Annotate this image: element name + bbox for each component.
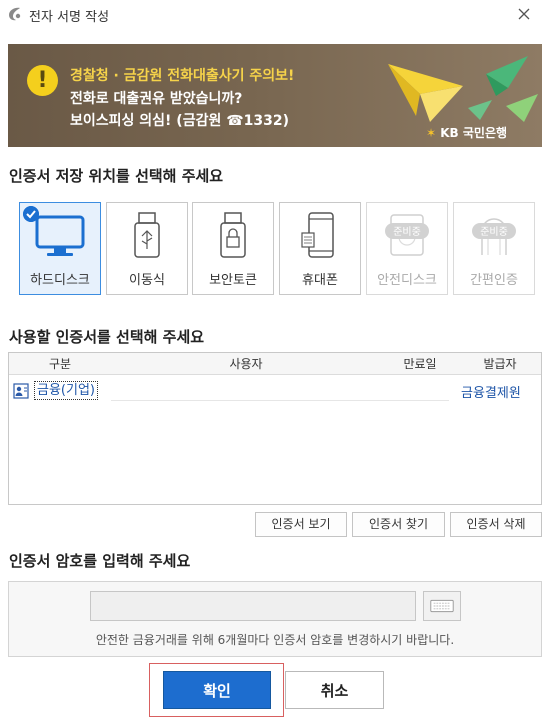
usb-icon (134, 212, 160, 258)
password-input[interactable] (90, 591, 416, 621)
safe-disk-badge: 준비중 (393, 226, 421, 238)
cancel-button[interactable]: 취소 (285, 671, 384, 709)
title-bar: 전자 서명 작성 (0, 0, 542, 30)
simple-auth-icon: 준비중 (472, 218, 516, 255)
delete-cert-button[interactable]: 인증서 삭제 (450, 512, 542, 537)
virtual-keyboard-button[interactable] (423, 591, 461, 621)
location-label: 간편인증 (470, 273, 518, 288)
banner-hotline: 보이스피싱 의심! (금감원 ☎1332) (70, 113, 290, 129)
cert-table[interactable]: 구분 사용자 만료일 발급자 금융(기업) 금융결제원 (8, 352, 542, 505)
cert-section-title: 사용할 인증서를 선택해 주세요 (9, 328, 205, 346)
certificate-icon (13, 383, 29, 399)
location-label: 보안토큰 (209, 273, 257, 288)
simple-auth-badge: 준비중 (480, 226, 508, 238)
view-cert-button[interactable]: 인증서 보기 (255, 512, 347, 537)
ok-button[interactable]: 확인 (163, 671, 271, 709)
monitor-icon (35, 215, 85, 256)
window-title: 전자 서명 작성 (29, 10, 110, 25)
row-divider (111, 400, 449, 401)
location-harddisk[interactable]: 하드디스크 (19, 202, 101, 295)
location-label: 휴대폰 (302, 273, 338, 288)
fraud-warning-banner[interactable]: ! 경찰청 · 금감원 전화대출사기 주의보! 전화로 대출권유 받았습니까? … (8, 44, 542, 147)
keyboard-icon (430, 599, 454, 613)
cert-issuer-cell: 금융결제원 (461, 386, 521, 401)
safe-disk-icon: 준비중 (385, 214, 429, 256)
location-security-token[interactable]: 보안토큰 (192, 202, 274, 295)
password-section-title: 인증서 암호를 입력해 주세요 (9, 552, 191, 570)
security-token-icon (220, 212, 246, 258)
banner-question: 전화로 대출권유 받았습니까? (70, 91, 243, 107)
location-phone[interactable]: 휴대폰 (279, 202, 361, 295)
location-safe-disk[interactable]: 준비중 안전디스크 (366, 202, 448, 295)
location-label: 안전디스크 (377, 273, 437, 288)
password-notice: 안전한 금융거래를 위해 6개월마다 인증서 암호를 변경하시기 바랍니다. (95, 633, 455, 647)
location-label: 이동식 (129, 273, 165, 288)
column-header-issuer[interactable]: 발급자 (459, 353, 541, 375)
location-section-title: 인증서 저장 위치를 선택해 주세요 (9, 167, 224, 185)
banner-headline: 경찰청 · 금감원 전화대출사기 주의보! (70, 68, 295, 84)
password-panel: 안전한 금융거래를 위해 6개월마다 인증서 암호를 변경하시기 바랍니다. (8, 581, 542, 657)
location-removable[interactable]: 이동식 (106, 202, 188, 295)
app-logo-icon (9, 7, 21, 21)
location-label: 하드디스크 (30, 273, 90, 288)
find-cert-button[interactable]: 인증서 찾기 (352, 512, 445, 537)
phone-icon (301, 212, 334, 258)
warning-icon: ! (27, 65, 58, 96)
location-simple-auth[interactable]: 준비중 간편인증 (453, 202, 535, 295)
close-icon[interactable] (514, 4, 534, 24)
cert-type-cell: 금융(기업) (34, 381, 98, 400)
column-header-user[interactable]: 사용자 (111, 353, 381, 375)
kb-bank-logo-text: KB 국민은행 (440, 126, 508, 140)
column-header-type[interactable]: 구분 (9, 353, 111, 375)
table-row[interactable]: 금융(기업) 금융결제원 (9, 380, 541, 402)
column-header-expiry[interactable]: 만료일 (381, 353, 459, 375)
kb-bank-logo: ✶ KB 국민은행 (426, 126, 508, 140)
